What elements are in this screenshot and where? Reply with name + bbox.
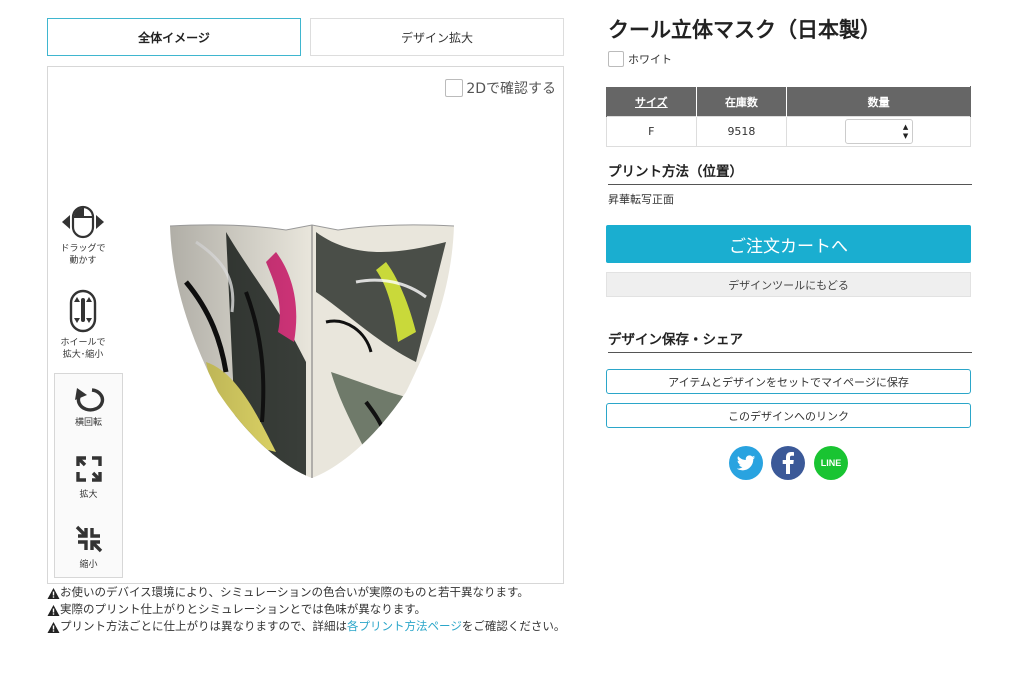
- note-item: お使いのデバイス環境により、シミュレーションの色合いが実際のものと若干異なります…: [47, 585, 567, 599]
- save-to-mypage-button[interactable]: アイテムとデザインをセットでマイページに保存: [606, 369, 971, 394]
- stock-cell: 9518: [695, 116, 788, 147]
- color-swatch[interactable]: [608, 51, 624, 67]
- zoom-in-label: 拡大: [79, 490, 98, 500]
- mask-3d-viewer[interactable]: 2Dで確認する ドラッグで 動かす ホイールで 拡大･縮小 横回転 拡大 縮小: [47, 66, 564, 584]
- print-methods-link[interactable]: 各プリント方法ページ: [347, 619, 462, 633]
- drag-hint: ドラッグで 動かす: [48, 205, 118, 267]
- note-text-2: 実際のプリント仕上がりとシミュレーションとでは色味が異なります。: [60, 602, 427, 616]
- line-share-button[interactable]: LINE: [814, 446, 848, 480]
- quantity-cell: ▲ ▼: [786, 116, 971, 147]
- wheel-hint-line1: ホイールで: [60, 338, 106, 348]
- line-icon-label: LINE: [820, 458, 842, 468]
- note-item: プリント方法ごとに仕上がりは異なりますので、詳細は各プリント方法ページをご確認く…: [47, 619, 567, 633]
- product-title: クール立体マスク（日本製）: [608, 18, 881, 42]
- zoom-out-label: 縮小: [79, 560, 98, 570]
- check-2d-checkbox[interactable]: [445, 79, 464, 97]
- print-method-heading: プリント方法（位置）: [608, 160, 972, 185]
- twitter-icon: [736, 454, 756, 470]
- shrink-icon: [75, 525, 102, 553]
- wheel-hint-line2: 拡大･縮小: [62, 350, 104, 360]
- mouse-wheel-icon: [69, 289, 97, 333]
- warning-icon: [47, 622, 60, 633]
- rotate-button[interactable]: 横回転: [55, 386, 122, 428]
- facebook-icon: [782, 452, 794, 474]
- rotate-icon: [74, 388, 104, 412]
- drag-hint-line1: ドラッグで: [60, 244, 106, 254]
- size-header[interactable]: サイズ: [606, 86, 697, 117]
- zoom-out-button[interactable]: 縮小: [55, 524, 122, 570]
- color-option[interactable]: ホワイト: [608, 51, 672, 67]
- warning-icon: [47, 605, 60, 616]
- mouse-drag-icon: [62, 205, 104, 239]
- stepper-up-icon[interactable]: ▲: [900, 123, 912, 132]
- back-to-design-tool-button[interactable]: デザインツールにもどる: [606, 272, 971, 297]
- check-2d-toggle[interactable]: 2Dで確認する: [445, 78, 556, 98]
- quantity-header: 数量: [786, 86, 971, 117]
- note-text-3: プリント方法ごとに仕上がりは異なりますので、詳細は各プリント方法ページをご確認く…: [60, 619, 566, 633]
- size-stock-table: サイズ 在庫数 数量 F 9518 ▲ ▼: [606, 86, 971, 147]
- view-controls-panel: 横回転 拡大 縮小: [54, 373, 123, 578]
- mask-3d-preview: [169, 224, 455, 478]
- stepper-arrows[interactable]: ▲ ▼: [900, 120, 912, 143]
- quantity-stepper[interactable]: ▲ ▼: [844, 119, 913, 144]
- facebook-share-button[interactable]: [771, 446, 805, 480]
- stepper-down-icon[interactable]: ▼: [900, 132, 912, 141]
- design-link-button[interactable]: このデザインへのリンク: [606, 403, 971, 428]
- stock-header: 在庫数: [695, 86, 788, 117]
- check-2d-label: 2Dで確認する: [466, 81, 556, 97]
- table-row: F 9518 ▲ ▼: [606, 116, 971, 147]
- rotate-label: 横回転: [74, 418, 102, 428]
- expand-icon: [75, 456, 102, 482]
- note-item: 実際のプリント仕上がりとシミュレーションとでは色味が異なります。: [47, 602, 567, 616]
- view-tabs: 全体イメージ デザイン拡大: [47, 18, 564, 56]
- zoom-in-button[interactable]: 拡大: [55, 454, 122, 500]
- order-cart-button[interactable]: ご注文カートへ: [606, 225, 971, 263]
- drag-hint-line2: 動かす: [69, 256, 97, 266]
- note-text-1: お使いのデバイス環境により、シミュレーションの色合いが実際のものと若干異なります…: [60, 585, 529, 599]
- wheel-hint: ホイールで 拡大･縮小: [48, 289, 118, 361]
- save-share-heading: デザイン保存・シェア: [608, 328, 972, 353]
- simulation-notes: お使いのデバイス環境により、シミュレーションの色合いが実際のものと若干異なります…: [47, 585, 567, 638]
- color-label: ホワイト: [628, 53, 672, 66]
- warning-icon: [47, 588, 60, 599]
- note-text-3-after: をご確認ください。: [461, 619, 566, 633]
- print-method-value: 昇華転写正面: [608, 193, 674, 206]
- note-text-3-before: プリント方法ごとに仕上がりは異なりますので、詳細は: [60, 619, 348, 633]
- size-cell: F: [606, 116, 697, 147]
- twitter-share-button[interactable]: [729, 446, 763, 480]
- tab-design-zoom[interactable]: デザイン拡大: [310, 18, 564, 56]
- tab-full-image[interactable]: 全体イメージ: [47, 18, 301, 56]
